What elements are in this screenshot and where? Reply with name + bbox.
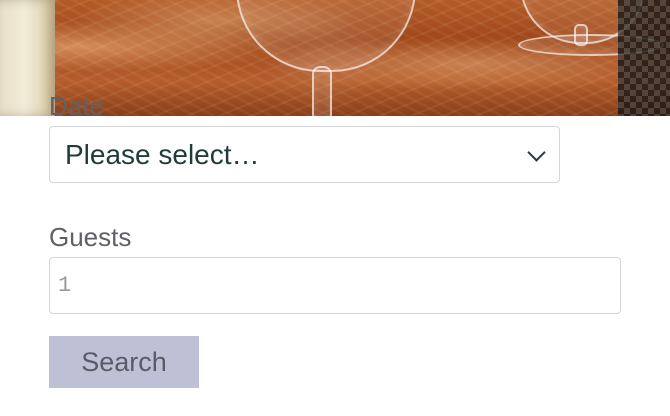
date-select-value: Please select…	[65, 138, 260, 170]
reservation-search-form: Date Please select… Guests Search	[49, 88, 621, 398]
guests-label: Guests	[49, 222, 132, 252]
date-select[interactable]: Please select…	[49, 126, 560, 183]
napkin-graphic	[0, 0, 55, 116]
booking-widget: Date Please select… Guests Search	[0, 0, 670, 416]
guests-input[interactable]	[49, 257, 621, 314]
search-button[interactable]: Search	[49, 336, 199, 388]
date-label: Date	[49, 91, 104, 121]
checkered-cloth-graphic	[618, 0, 670, 116]
chevron-down-icon	[527, 142, 546, 162]
wine-glass-bowl-left	[236, 0, 416, 72]
